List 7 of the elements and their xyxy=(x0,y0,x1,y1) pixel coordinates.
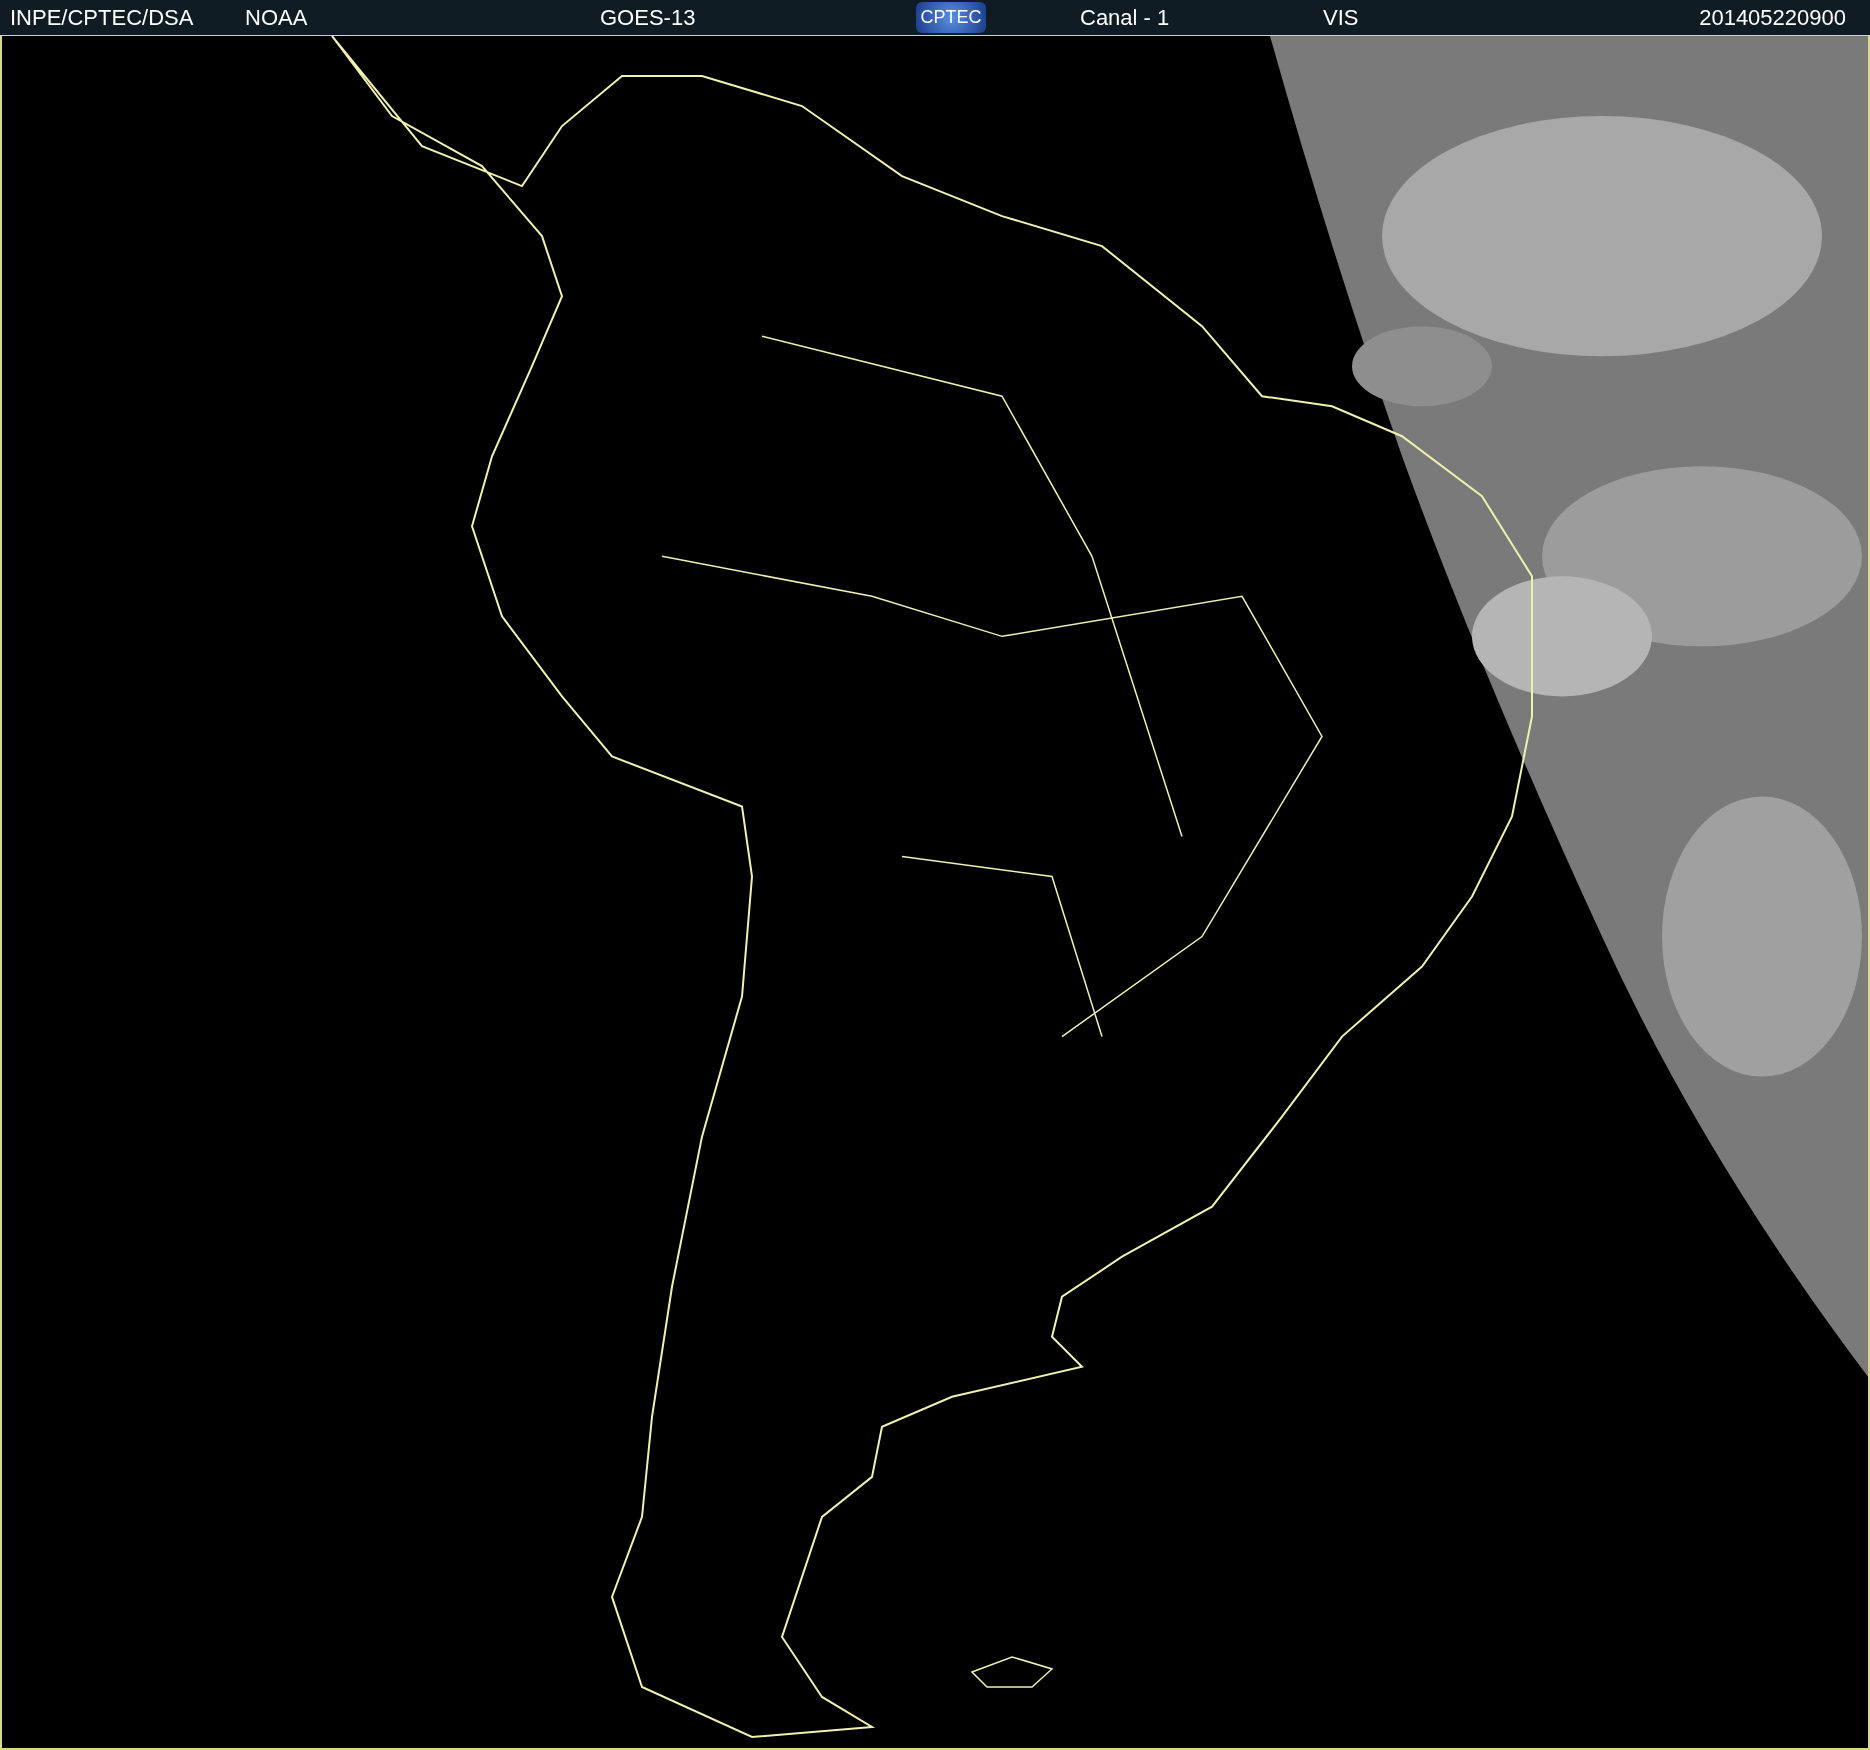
logo: CPTEC xyxy=(916,2,986,33)
source-label: INPE/CPTEC/DSA xyxy=(10,4,195,31)
channel-label: Canal - 1 xyxy=(1080,4,1171,31)
timestamp-label: 201405220900 xyxy=(1699,4,1846,31)
satellite-label: GOES-13 xyxy=(600,4,697,31)
band-label: VIS xyxy=(1323,4,1360,31)
agency-label: NOAA xyxy=(245,4,309,31)
